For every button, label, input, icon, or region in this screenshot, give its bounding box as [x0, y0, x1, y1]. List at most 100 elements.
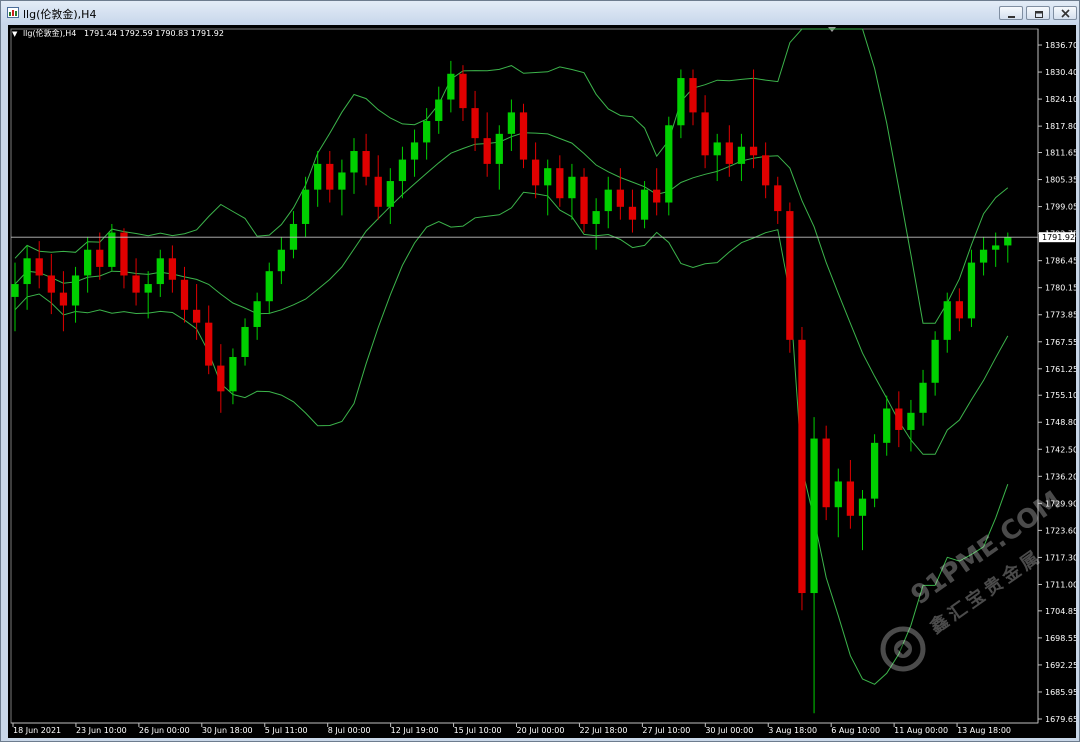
price-tick-label: 1742.50: [1045, 445, 1076, 454]
candle-body: [870, 442, 879, 499]
candle-body: [640, 189, 649, 220]
price-tick-label: 1786.45: [1045, 257, 1076, 266]
candle-body: [241, 326, 249, 358]
price-tick-label: 1736.20: [1045, 472, 1076, 481]
dropdown-arrow-icon[interactable]: ▼: [12, 30, 17, 38]
candle-body: [653, 189, 661, 203]
candle-body: [495, 133, 503, 164]
time-tick-label: 30 Jun 18:00: [202, 726, 253, 735]
candle-body: [580, 176, 588, 224]
minimize-button[interactable]: [999, 6, 1023, 20]
chart-window: llg(伦敦金),H4 1836.70 1830.40 1824.10 1817.80…: [0, 0, 1080, 742]
candle-body: [507, 112, 516, 134]
time-tick-label: 6 Aug 10:00: [831, 726, 880, 735]
candle-body: [410, 142, 419, 160]
price-tick-label: 1780.15: [1045, 284, 1076, 293]
candle-body: [35, 258, 43, 276]
watermark: 91PME.COM 鑫汇宝贵金属: [879, 486, 1069, 691]
candle-body: [834, 481, 842, 508]
candle-body: [326, 163, 334, 190]
candle-body: [992, 245, 1000, 250]
candle-body: [132, 275, 140, 293]
price-tick-label: 1679.65: [1045, 715, 1076, 724]
price-tick-label: 1799.05: [1045, 203, 1076, 212]
candle-body: [519, 112, 528, 160]
candle-body: [604, 189, 612, 212]
current-price-label: 1791.92: [1042, 233, 1075, 242]
price-tick-label: 1723.60: [1045, 526, 1076, 535]
candle-body: [1004, 237, 1012, 246]
candle-body: [895, 408, 903, 430]
candle-body: [447, 73, 455, 100]
candle-body: [810, 438, 818, 594]
restore-button[interactable]: [1026, 6, 1050, 20]
candle-body: [435, 99, 443, 121]
price-tick-label: 1811.65: [1045, 149, 1076, 158]
candle-body: [71, 275, 80, 306]
candle-body: [338, 172, 346, 190]
candle-body: [883, 408, 891, 443]
candle-body: [689, 78, 697, 113]
candle-body: [156, 258, 164, 285]
candle-body: [737, 146, 746, 164]
candle-body: [192, 309, 201, 323]
price-tick-label: 1830.40: [1045, 68, 1076, 77]
time-tick-label: 30 Jul 00:00: [705, 726, 753, 735]
candle-body: [362, 151, 370, 177]
candle-body: [531, 159, 540, 186]
candle-body: [544, 168, 552, 186]
candle-body: [168, 258, 177, 280]
time-tick-label: 22 Jul 18:00: [579, 726, 627, 735]
candle-body: [725, 142, 733, 164]
close-icon: [1061, 9, 1070, 18]
candle-body: [47, 275, 55, 293]
price-tick-label: 1748.80: [1045, 418, 1076, 427]
candle-body: [483, 138, 491, 164]
candle-body: [798, 339, 806, 594]
candle-body: [713, 142, 721, 156]
candle-body: [180, 279, 189, 310]
candle-body: [592, 211, 600, 224]
candle-body: [858, 498, 867, 516]
time-tick-label: 5 Jul 11:00: [265, 726, 308, 735]
candle-body: [386, 181, 394, 207]
candle-body: [205, 322, 213, 366]
bollinger-middle-band: [14, 132, 1009, 455]
time-tick-label: 26 Jun 00:00: [139, 726, 190, 735]
candle-body: [459, 73, 467, 109]
window-title: llg(伦敦金),H4: [23, 8, 97, 21]
time-tick-label: 11 Aug 00:00: [894, 726, 948, 735]
candle-body: [229, 357, 237, 392]
time-tick-label: 15 Jul 10:00: [454, 726, 502, 735]
candle-body: [556, 168, 564, 199]
candle-body: [931, 339, 939, 383]
chart-ohlc: 1791.44 1792.59 1790.83 1791.92: [84, 29, 224, 38]
candle-body: [979, 249, 988, 263]
price-tick-label: 1805.35: [1045, 176, 1076, 185]
candle-body: [774, 185, 782, 212]
time-tick-label: 27 Jul 10:00: [642, 726, 690, 735]
candle-body: [108, 232, 116, 267]
candle-body: [301, 189, 310, 224]
close-button[interactable]: [1053, 6, 1077, 20]
candle-body: [762, 155, 770, 186]
candle-body: [822, 438, 830, 508]
watermark-logo-icon: [880, 626, 926, 672]
time-tick-label: 13 Aug 18:00: [957, 726, 1011, 735]
price-tick-label: 1755.10: [1045, 391, 1076, 400]
candle-body: [350, 151, 358, 173]
candle-body: [677, 78, 685, 126]
bollinger-lower-band: [14, 191, 1009, 685]
time-tick-label: 12 Jul 19:00: [391, 726, 439, 735]
candle-body: [423, 120, 431, 143]
restore-icon: [1035, 11, 1043, 18]
candle-body: [967, 262, 976, 319]
price-tick-label: 1824.10: [1045, 95, 1076, 104]
candle-body: [265, 271, 273, 302]
time-tick-label: 23 Jun 10:00: [76, 726, 127, 735]
candle-body: [749, 146, 758, 156]
title-bar[interactable]: llg(伦敦金),H4: [1, 1, 1079, 25]
time-tick-label: 18 Jun 2021: [13, 726, 61, 735]
candle-body: [144, 284, 152, 293]
chart-window-icon: [7, 7, 19, 18]
